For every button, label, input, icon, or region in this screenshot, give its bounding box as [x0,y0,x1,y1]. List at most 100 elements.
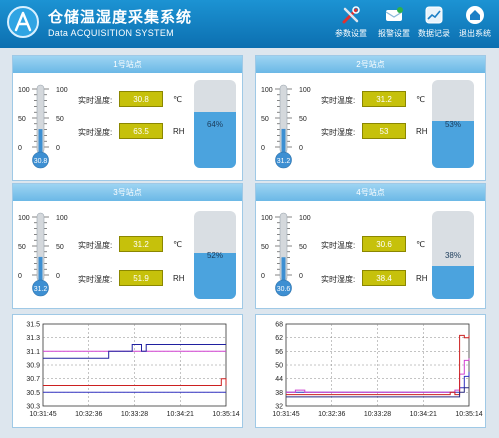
chart-icon [425,6,443,24]
nav-parameter-settings[interactable]: 参数设置 [330,4,372,44]
scale-label-right: 100 [56,215,68,222]
temperature-value: 31.2 [362,91,406,107]
scale-label-left: 0 [261,145,265,152]
app-logo-icon [7,6,39,38]
chart-svg: 31.5 31.3 31.1 30.9 30.7 30.5 30.310:31:45 10:3… [26,322,239,419]
x-tick-label: 10:35:14 [212,411,239,418]
tank-percentage: 64% [206,120,223,129]
thermometer-gauge: 100 100 50 50 0 0 31.2 [261,84,311,169]
humidity-tank: 64% [194,80,236,168]
tank-water [194,253,236,299]
scale-label-left: 100 [261,215,273,222]
tank-percentage: 52% [206,251,223,260]
scale-label-right: 0 [56,273,60,280]
humidity-value: 51.9 [119,270,163,286]
home-icon [466,6,484,24]
temperature-label: 实时温度: [78,96,113,105]
y-tick-label: 62 [275,335,283,342]
thermometer-reading: 30.8 [34,158,48,165]
tank-percentage: 38% [444,251,461,260]
chart-svg: 68 62 56 50 44 38 3210:31:45 10:32:36 10:33:28 10… [272,322,482,419]
nav-exit-system[interactable]: 退出系统 [454,4,496,44]
y-tick-label: 30.7 [26,376,40,383]
thermometer-mercury [38,129,43,153]
y-tick-label: 56 [275,349,283,356]
station-card-4: 4号站点 100 100 50 50 0 0 30.6 实时温度: 30.6 ℃ 实时湿度:… [255,183,486,309]
x-tick-label: 10:34:21 [410,411,437,418]
scale-label-right: 50 [299,116,307,123]
y-tick-label: 44 [275,376,283,383]
scale-label-right: 0 [299,145,303,152]
alarm-icon [385,7,403,21]
y-tick-label: 38 [275,390,283,397]
x-tick-label: 10:32:36 [318,411,345,418]
tools-icon [342,6,360,24]
scale-label-left: 50 [18,116,26,123]
app-subtitle: Data ACQUISITION SYSTEM [48,28,174,38]
scale-label-right: 50 [299,244,307,251]
x-tick-label: 10:33:28 [364,411,391,418]
scale-label-left: 50 [261,244,269,251]
scale-label-left: 100 [261,87,273,94]
humidity-label: 实时湿度: [78,128,113,137]
scale-label-left: 100 [18,87,30,94]
scale-label-right: 50 [56,116,64,123]
scale-label-left: 100 [18,215,30,222]
station-title: 4号站点 [256,184,485,201]
humidity-unit: RH [173,127,185,136]
scale-label-right: 0 [56,145,60,152]
x-tick-label: 10:31:45 [29,411,56,418]
humidity-label: 实时湿度: [321,128,356,137]
thermometer-gauge: 100 100 50 50 0 0 31.2 [18,212,68,297]
humidity-value: 63.5 [119,123,163,139]
scale-label-left: 50 [261,116,269,123]
x-tick-label: 10:31:45 [272,411,299,418]
app-window: 仓储温湿度采集系统 Data ACQUISITION SYSTEM 参数设置 报… [0,0,499,438]
scale-label-right: 100 [299,215,311,222]
x-tick-label: 10:35:14 [455,411,482,418]
humidity-unit: RH [416,274,428,283]
temperature-unit: ℃ [173,95,182,104]
thermometer-reading: 31.2 [34,286,48,293]
y-tick-label: 31.5 [26,322,40,329]
thermometer-gauge: 100 100 50 50 0 0 30.8 [18,84,68,169]
scale-label-left: 0 [261,273,265,280]
thermometer-mercury [281,128,286,153]
temperature-unit: ℃ [416,95,425,104]
scale-label-left: 0 [18,145,22,152]
humidity-value: 53 [362,123,406,139]
humidity-tank: 53% [432,80,474,168]
nav-data-records[interactable]: 数据记录 [413,4,455,44]
station-card-1: 1号站点 100 100 50 50 0 0 30.8 实时温度: 30.8 ℃ 实时湿度:… [12,55,243,181]
y-tick-label: 32 [275,404,283,411]
y-tick-label: 31.3 [26,335,40,342]
y-tick-label: 68 [275,322,283,329]
tank-water [432,265,474,299]
scale-label-right: 50 [56,244,64,251]
thermometer-gauge: 100 100 50 50 0 0 30.6 [261,212,311,297]
station-title: 1号站点 [13,56,242,73]
y-tick-label: 50 [275,363,283,370]
station-card-3: 3号站点 100 100 50 50 0 0 31.2 实时温度: 31.2 ℃ 实时湿度:… [12,183,243,309]
humidity-tank: 38% [432,211,474,299]
scale-label-right: 0 [299,273,303,280]
temperature-unit: ℃ [416,240,425,249]
x-tick-label: 10:33:28 [121,411,148,418]
temperature-label: 实时温度: [321,96,356,105]
station-title: 2号站点 [256,56,485,73]
nav-label: 报警设置 [378,29,410,38]
temperature-value: 31.2 [119,236,163,252]
y-tick-label: 30.3 [26,404,40,411]
nav-label: 退出系统 [459,29,491,38]
nav-label: 数据记录 [418,29,450,38]
x-tick-label: 10:34:21 [167,411,194,418]
thermometer-mercury [38,256,43,281]
humidity-value: 38.4 [362,270,406,286]
nav-alarm-settings[interactable]: 报警设置 [373,4,415,44]
thermometer-mercury [281,257,286,281]
humidity-unit: RH [173,274,185,283]
temperature-label: 实时温度: [321,241,356,250]
header: 仓储温湿度采集系统 Data ACQUISITION SYSTEM 参数设置 报… [0,0,499,48]
scale-label-right: 100 [56,87,68,94]
station-title: 3号站点 [13,184,242,201]
